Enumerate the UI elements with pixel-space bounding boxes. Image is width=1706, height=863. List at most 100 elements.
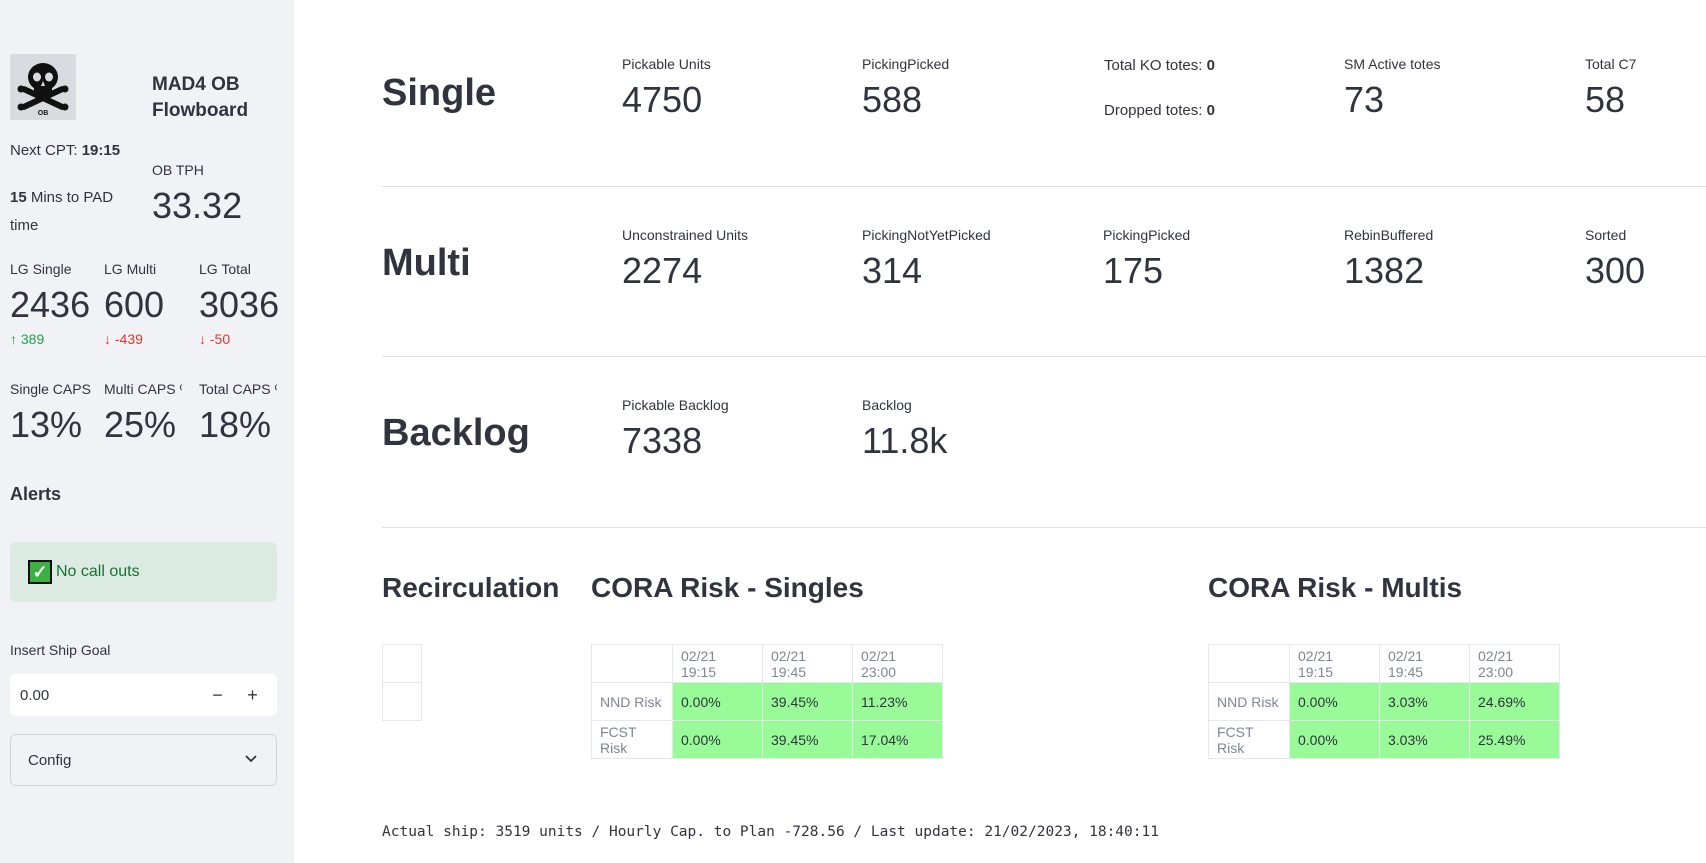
metric-value: 2274 xyxy=(622,250,703,291)
pickable-units-metric: Pickable Units 4750 xyxy=(622,56,842,122)
ship-goal-label: Insert Ship Goal xyxy=(10,642,111,658)
lg-single-metric: LG Single 2436 ↑ 389 xyxy=(10,261,96,347)
backlog-metric: Backlog 11.8k xyxy=(862,397,1082,463)
next-cpt-value: 19:15 xyxy=(81,142,121,159)
chevron-down-icon xyxy=(244,751,258,769)
metric-label: PickingPicked xyxy=(1103,227,1191,243)
table-cell: 0.00% xyxy=(1289,682,1380,721)
lg-total-metric: LG Total 3036 ↓ -50 xyxy=(199,261,279,347)
metric-label: LG Single xyxy=(10,261,72,277)
config-expander[interactable]: Config xyxy=(10,734,277,786)
metric-value: 25% xyxy=(104,404,177,445)
single-picking-picked-metric: PickingPicked 588 xyxy=(862,56,1082,122)
metric-label: LG Multi xyxy=(104,261,157,277)
sidebar: OB MAD4 OB Flowboard Next CPT: 19:15 15 … xyxy=(0,0,294,863)
metric-value: 2436 xyxy=(10,284,91,325)
table-cell: 0.00% xyxy=(672,720,763,759)
metric-value: 58 xyxy=(1585,79,1626,120)
metric-label: PickingPicked xyxy=(862,56,950,72)
row-header: NND Risk xyxy=(591,682,673,721)
multi-section-title: Multi xyxy=(382,242,471,284)
recirculation-title: Recirculation xyxy=(382,572,560,603)
metric-value: 73 xyxy=(1344,79,1385,120)
metric-value: 11.8k xyxy=(862,420,948,461)
cora-multis-table: 02/21 19:15 02/21 19:45 02/21 23:00 NND … xyxy=(1208,644,1560,759)
lg-multi-metric: LG Multi 600 ↓ -439 xyxy=(104,261,190,347)
ko-totes-value: 0 xyxy=(1206,57,1215,74)
column-header: 02/21 19:15 xyxy=(1289,644,1380,683)
next-cpt-label: Next CPT: xyxy=(10,142,78,159)
increment-button[interactable]: + xyxy=(235,674,270,716)
sm-active-totes-metric: SM Active totes 73 xyxy=(1344,56,1564,122)
ob-tph-metric: OB TPH 33.32 xyxy=(152,162,282,228)
metric-value: 300 xyxy=(1585,250,1646,291)
table-cell: 3.03% xyxy=(1379,720,1470,759)
pad-mins: 15 xyxy=(10,189,27,206)
single-section-title: Single xyxy=(382,72,497,114)
multi-caps-metric: Multi CAPS % 25% xyxy=(104,381,182,447)
row-header: FCST Risk xyxy=(591,720,673,759)
metric-label: Sorted xyxy=(1585,227,1627,243)
alerts-heading: Alerts xyxy=(10,484,62,504)
metric-label: LG Total xyxy=(199,261,251,277)
config-label: Config xyxy=(28,751,72,769)
metric-label: Backlog xyxy=(862,397,912,413)
column-header: 02/21 19:45 xyxy=(1379,644,1470,683)
metric-label: OB TPH xyxy=(152,162,204,178)
metric-delta: ↓ -439 xyxy=(104,331,143,347)
pad-time: 15 Mins to PAD time xyxy=(10,184,130,240)
rebin-buffered-metric: RebinBuffered 1382 xyxy=(1344,227,1564,293)
section-divider xyxy=(382,186,1706,187)
metric-value: 588 xyxy=(862,79,923,120)
table-header-row: 02/21 19:15 02/21 19:45 02/21 23:00 xyxy=(1208,644,1560,683)
recirculation-table xyxy=(382,644,422,721)
table-cell xyxy=(382,644,422,683)
table-row: FCST Risk 0.00% 39.45% 17.04% xyxy=(591,720,943,759)
metric-value: 7338 xyxy=(622,420,703,461)
table-corner xyxy=(591,644,673,683)
logo-text: OB xyxy=(38,110,49,117)
metric-label: Multi CAPS % xyxy=(104,381,182,397)
metric-value: 4750 xyxy=(622,79,703,120)
app-title: MAD4 OB Flowboard xyxy=(152,74,249,121)
check-mark-icon: ✓ xyxy=(28,560,52,584)
ship-goal-input[interactable] xyxy=(10,686,200,704)
status-footer: Actual ship: 3519 units / Hourly Cap. to… xyxy=(382,824,1159,840)
pickable-backlog-metric: Pickable Backlog 7338 xyxy=(622,397,842,463)
metric-label: Unconstrained Units xyxy=(622,227,749,243)
row-header: NND Risk xyxy=(1208,682,1290,721)
table-cell: 39.45% xyxy=(762,720,853,759)
dropped-totes-value: 0 xyxy=(1206,102,1215,119)
table-row: FCST Risk 0.00% 3.03% 25.49% xyxy=(1208,720,1560,759)
column-header: 02/21 23:00 xyxy=(852,644,943,683)
table-cell: 24.69% xyxy=(1469,682,1560,721)
metric-label: Pickable Backlog xyxy=(622,397,729,413)
metric-value: 600 xyxy=(104,284,165,325)
table-cell: 25.49% xyxy=(1469,720,1560,759)
total-c7-metric: Total C7 58 xyxy=(1585,56,1706,122)
metric-label: Total CAPS % xyxy=(199,381,277,397)
unconstrained-units-metric: Unconstrained Units 2274 xyxy=(622,227,842,293)
table-cell: 11.23% xyxy=(852,682,943,721)
table-row: NND Risk 0.00% 39.45% 11.23% xyxy=(591,682,943,721)
metric-value: 3036 xyxy=(199,284,280,325)
row-header: FCST Risk xyxy=(1208,720,1290,759)
decrement-button[interactable]: − xyxy=(200,674,235,716)
metric-label: SM Active totes xyxy=(1344,56,1441,72)
metric-label: RebinBuffered xyxy=(1344,227,1434,243)
table-cell xyxy=(382,682,422,721)
cora-singles-table: 02/21 19:15 02/21 19:45 02/21 23:00 NND … xyxy=(591,644,943,759)
table-cell: 3.03% xyxy=(1379,682,1470,721)
column-header: 02/21 23:00 xyxy=(1469,644,1560,683)
metric-value: 33.32 xyxy=(152,185,243,226)
next-cpt: Next CPT: 19:15 xyxy=(10,142,120,159)
metric-label: Single CAPS xyxy=(10,381,91,397)
alert-text: No call outs xyxy=(56,563,140,580)
column-header: 02/21 19:15 xyxy=(672,644,763,683)
dropped-totes: Dropped totes: 0 xyxy=(1104,102,1215,119)
total-caps-metric: Total CAPS % 18% xyxy=(199,381,277,447)
ko-totes: Total KO totes: 0 xyxy=(1104,57,1215,74)
metric-delta: ↓ -50 xyxy=(199,331,231,347)
table-row: NND Risk 0.00% 3.03% 24.69% xyxy=(1208,682,1560,721)
table-cell: 39.45% xyxy=(762,682,853,721)
